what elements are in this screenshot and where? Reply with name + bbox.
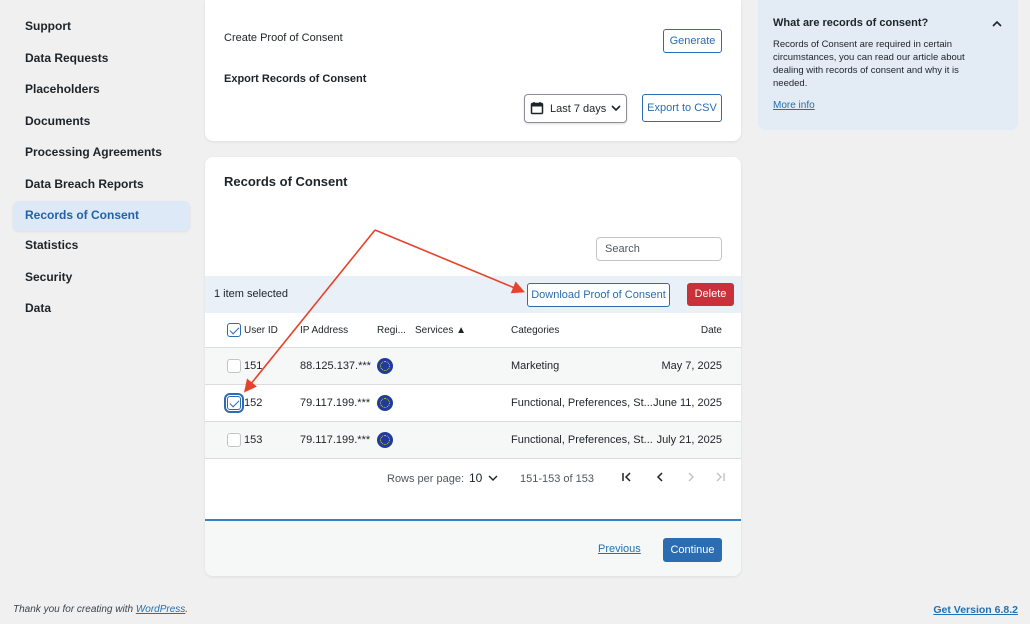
get-version-link[interactable]: Get Version 6.8.2 [933, 604, 1018, 616]
header-date[interactable]: Date [701, 313, 722, 347]
chevron-down-icon [488, 475, 498, 481]
select-all-checkbox[interactable] [227, 323, 241, 337]
footer-thanks: Thank you for creating with WordPress. [13, 604, 189, 615]
table-divider [205, 458, 741, 459]
records-card: Records of Consent 1 item selected Downl… [205, 157, 741, 576]
wordpress-link[interactable]: WordPress [136, 604, 185, 615]
eu-flag-icon [377, 432, 393, 448]
chevron-down-icon [611, 103, 621, 116]
sidebar-item-placeholders[interactable]: Placeholders [13, 75, 190, 107]
date: May 7, 2025 [661, 360, 722, 372]
previous-link[interactable]: Previous [598, 543, 641, 555]
header-ip-address[interactable]: IP Address [300, 313, 348, 347]
help-panel: What are records of consent? Records of … [758, 0, 1018, 130]
eu-flag-icon [377, 358, 393, 374]
date: June 11, 2025 [653, 397, 722, 409]
search-input[interactable] [596, 237, 722, 261]
ip-address: 79.117.199.*** [300, 397, 371, 409]
sidebar-item-statistics[interactable]: Statistics [13, 231, 190, 263]
header-categories[interactable]: Categories [511, 313, 559, 347]
chevron-up-icon[interactable] [991, 18, 1003, 33]
rows-per-page-select[interactable]: 10 [469, 471, 498, 485]
records-title: Records of Consent [224, 174, 348, 189]
categories: Functional, Preferences, St... [511, 397, 653, 409]
rows-per-page-label: Rows per page: [387, 473, 465, 485]
table-row[interactable]: 152 79.117.199.*** Functional, Preferenc… [205, 384, 741, 421]
proof-of-consent-label: Create Proof of Consent [224, 32, 343, 44]
table-row[interactable]: 151 88.125.137.*** Marketing May 7, 2025 [205, 347, 741, 384]
date-range-value: Last 7 days [550, 103, 607, 115]
wizard-footer: Previous Continue [205, 521, 741, 576]
sidebar-item-data-requests[interactable]: Data Requests [13, 44, 190, 76]
table-row[interactable]: 153 79.117.199.*** Functional, Preferenc… [205, 421, 741, 458]
categories: Marketing [511, 360, 560, 372]
user-id: 151 [244, 360, 263, 372]
ip-address: 79.117.199.*** [300, 434, 371, 446]
header-region[interactable]: Regi... [377, 313, 406, 347]
sidebar-item-documents[interactable]: Documents [13, 107, 190, 139]
user-id: 153 [244, 434, 263, 446]
page-range: 151-153 of 153 [520, 473, 595, 485]
download-proof-button[interactable]: Download Proof of Consent [527, 283, 670, 307]
generate-button[interactable]: Generate [663, 29, 722, 53]
sidebar-item-security[interactable]: Security [13, 263, 190, 295]
row-checkbox[interactable] [224, 393, 244, 413]
prev-page-icon[interactable] [653, 470, 667, 487]
sidebar-item-processing-agreements[interactable]: Processing Agreements [13, 138, 190, 170]
delete-button[interactable]: Delete [687, 283, 734, 306]
header-user-id[interactable]: User ID [227, 313, 278, 347]
sidebar-menu: Support Data Requests Placeholders Docum… [13, 12, 190, 326]
date-range-select[interactable]: Last 7 days [524, 94, 627, 123]
first-page-icon[interactable] [620, 470, 634, 487]
eu-flag-icon [377, 395, 393, 411]
row-checkbox[interactable] [227, 359, 241, 373]
continue-button[interactable]: Continue [663, 538, 722, 562]
export-heading: Export Records of Consent [224, 73, 367, 85]
help-body: Records of Consent are required in certa… [773, 39, 965, 89]
row-checkbox[interactable] [227, 433, 241, 447]
sidebar-item-data[interactable]: Data [13, 294, 190, 326]
export-csv-button[interactable]: Export to CSV [642, 94, 722, 122]
sidebar-item-records-of-consent[interactable]: Records of Consent [13, 201, 190, 231]
table-header: User ID IP Address Regi... Services ▲ Ca… [205, 313, 741, 347]
header-services[interactable]: Services ▲ [415, 313, 466, 347]
user-id: 152 [244, 397, 263, 409]
help-title: What are records of consent? [773, 17, 929, 29]
more-info-link[interactable]: More info [773, 100, 815, 111]
pagination: Rows per page: 10 151-153 of 153 [205, 469, 741, 491]
next-page-icon[interactable] [684, 470, 698, 487]
bulk-action-bar: 1 item selected Download Proof of Consen… [205, 276, 741, 313]
last-page-icon[interactable] [713, 470, 727, 487]
categories: Functional, Preferences, St... [511, 434, 653, 446]
date: July 21, 2025 [656, 434, 722, 446]
sidebar-item-support[interactable]: Support [13, 12, 190, 44]
selection-count: 1 item selected [214, 288, 288, 300]
sidebar-item-data-breach-reports[interactable]: Data Breach Reports [13, 170, 190, 202]
ip-address: 88.125.137.*** [300, 360, 371, 372]
export-card: Create Proof of Consent Generate Export … [205, 0, 741, 141]
calendar-icon [530, 101, 544, 118]
